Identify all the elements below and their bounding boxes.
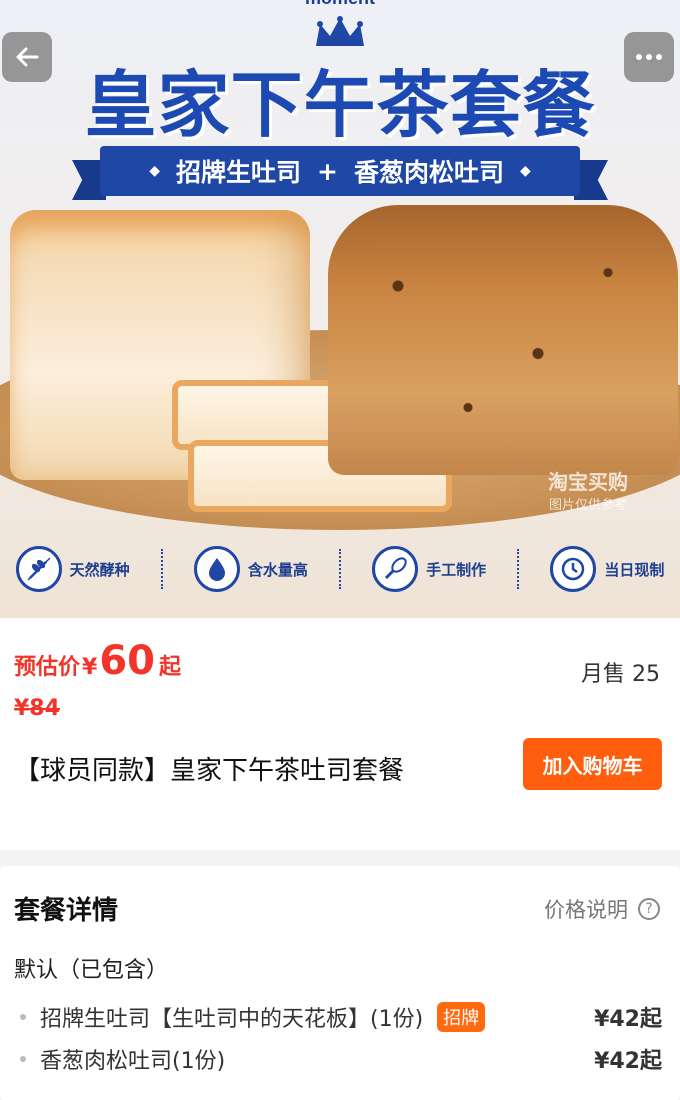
bullet-dot bbox=[20, 1014, 26, 1020]
feature-label: 含水量高 bbox=[247, 560, 308, 579]
feature-natural-yeast: 天然酵种 bbox=[15, 546, 130, 592]
item-price: ¥42起 bbox=[594, 1049, 662, 1074]
hero-ribbon: ◆ 招牌生吐司 + 香葱肉松吐司 ◆ bbox=[100, 146, 580, 196]
price-note-link[interactable]: 价格说明 ? bbox=[544, 894, 660, 924]
package-details-card: 套餐详情 价格说明 ? 默认（已包含） 招牌生吐司【生吐司中的天花板】(1份) … bbox=[0, 866, 680, 1100]
more-dots-icon bbox=[636, 54, 662, 60]
price-note-label: 价格说明 bbox=[544, 898, 628, 922]
feature-label: 手工制作 bbox=[426, 560, 487, 579]
wheat-icon bbox=[15, 546, 62, 592]
feature-label: 当日现制 bbox=[604, 560, 665, 579]
feature-divider bbox=[338, 549, 341, 589]
question-mark-icon: ? bbox=[638, 898, 660, 920]
original-price: ¥84 bbox=[14, 696, 60, 721]
group-title: 默认（已包含） bbox=[14, 958, 169, 983]
feature-label: 天然酵种 bbox=[69, 560, 130, 579]
monthly-sales: 月售 25 bbox=[581, 662, 660, 687]
add-to-cart-button[interactable]: 加入购物车 bbox=[523, 738, 662, 790]
feature-divider bbox=[517, 549, 520, 589]
ribbon-text-right: 香葱肉松吐司 bbox=[353, 158, 504, 187]
back-button[interactable] bbox=[2, 32, 52, 82]
list-item: 香葱肉松吐司(1份) ¥42起 bbox=[14, 1038, 662, 1080]
price-label: 预估价 bbox=[14, 655, 81, 680]
diamond-icon: ◆ bbox=[149, 163, 160, 179]
item-name: 招牌生吐司【生吐司中的天花板】(1份) bbox=[40, 1007, 424, 1032]
feature-high-moisture: 含水量高 bbox=[193, 546, 308, 592]
whisk-icon bbox=[372, 546, 419, 592]
price-value: 60 bbox=[99, 638, 155, 684]
estimated-price: 预估价 ¥ 60 起 bbox=[14, 638, 181, 684]
watermark-text: 淘宝买购 bbox=[548, 470, 628, 494]
list-item: 招牌生吐司【生吐司中的天花板】(1份) 招牌 ¥42起 bbox=[14, 996, 662, 1038]
price-currency: ¥ bbox=[82, 655, 98, 680]
back-arrow-icon bbox=[16, 47, 39, 67]
feature-handmade: 手工制作 bbox=[372, 546, 486, 592]
hero-title: 皇家下午茶套餐 bbox=[84, 63, 596, 147]
product-title: 【球员同款】皇家下午茶吐司套餐 bbox=[14, 756, 405, 786]
ribbon-plus: + bbox=[317, 156, 338, 186]
water-drop-icon bbox=[193, 546, 240, 592]
package-items-list: 招牌生吐司【生吐司中的天花板】(1份) 招牌 ¥42起 香葱肉松吐司(1份) ¥… bbox=[14, 996, 662, 1080]
ribbon-text-left: 招牌生吐司 bbox=[176, 158, 302, 187]
item-name: 香葱肉松吐司(1份) bbox=[40, 1049, 226, 1074]
clock-icon bbox=[550, 546, 597, 592]
product-hero-image: moment 皇家下午茶套餐 ◆ 招牌生吐司 + 香葱肉松吐司 ◆ 淘宝买购 图… bbox=[0, 0, 680, 618]
watermark: 淘宝买购 图片仅供参考 bbox=[548, 470, 628, 518]
feature-badges: 天然酵种 含水量高 手工制作 当日现制 bbox=[0, 540, 680, 598]
scallion-floss-toast-loaf bbox=[328, 205, 678, 475]
feature-divider bbox=[160, 549, 163, 589]
more-button[interactable] bbox=[624, 32, 674, 82]
watermark-subtext: 图片仅供参考 bbox=[548, 498, 627, 513]
signature-badge: 招牌 bbox=[437, 1002, 486, 1032]
diamond-icon: ◆ bbox=[519, 163, 531, 179]
product-info-card: 预估价 ¥ 60 起 ¥84 月售 25 【球员同款】皇家下午茶吐司套餐 加入购… bbox=[0, 618, 680, 850]
bullet-dot bbox=[20, 1056, 26, 1062]
feature-made-today: 当日现制 bbox=[550, 546, 664, 592]
section-title: 套餐详情 bbox=[14, 896, 119, 926]
price-suffix: 起 bbox=[159, 655, 182, 680]
item-price: ¥42起 bbox=[594, 1007, 662, 1032]
crown-icon bbox=[316, 16, 364, 46]
brand-logo-text: moment bbox=[0, 0, 680, 9]
